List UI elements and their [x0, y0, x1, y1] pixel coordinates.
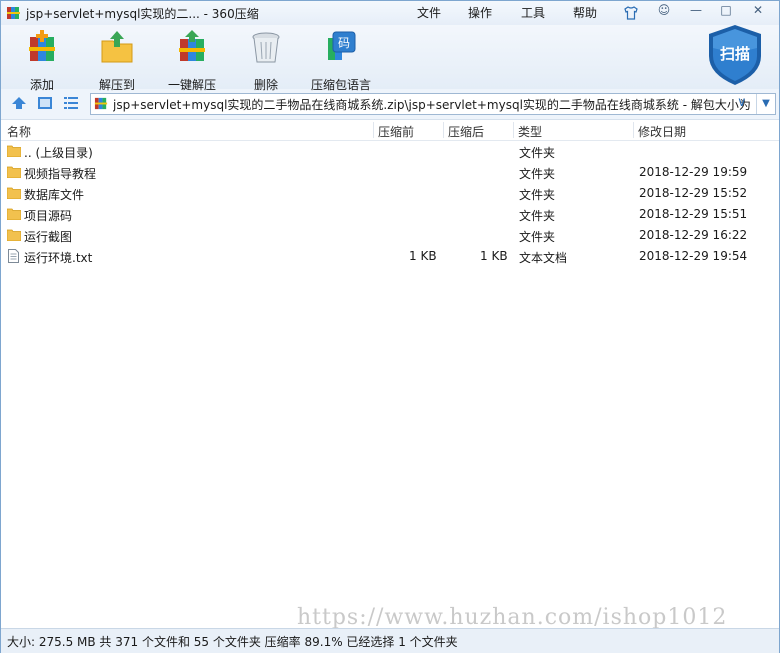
svg-text:码: 码 [338, 36, 350, 50]
one-click-extract-button[interactable]: 一键解压 [157, 29, 227, 93]
delete-button[interactable]: 删除 [231, 29, 301, 93]
folder-icon [7, 208, 21, 220]
dropdown-arrow-icon[interactable]: ▼ [756, 94, 775, 114]
address-bar[interactable]: jsp+servlet+mysql实现的二手物品在线商城系统.zip\jsp+s… [90, 93, 776, 115]
extract-to-button[interactable]: 解压到 [82, 29, 152, 93]
menu-file[interactable]: 文件 [417, 4, 441, 21]
add-archive-icon [29, 30, 55, 61]
archive-app-icon [7, 7, 20, 19]
status-text: 大小: 275.5 MB 共 371 个文件和 55 个文件夹 压缩率 89.1… [7, 635, 458, 649]
history-chevron-icon[interactable]: ∨ [737, 95, 747, 110]
feedback-icon[interactable]: ☺ [653, 3, 675, 21]
scan-button[interactable]: 扫描 [707, 24, 763, 86]
column-packed[interactable]: 压缩前 [378, 123, 414, 140]
minimize-icon[interactable]: — [685, 3, 707, 21]
list-view-icon[interactable] [63, 96, 79, 110]
close-icon[interactable]: ✕ [747, 3, 769, 21]
column-unpacked[interactable]: 压缩后 [448, 123, 484, 140]
archive-language-button[interactable]: 码 压缩包语言 [306, 29, 376, 93]
one-click-extract-icon [179, 30, 205, 61]
maximize-icon[interactable]: □ [715, 3, 737, 21]
file-list: 名称 压缩前 压缩后 类型 修改日期 .. (上级目录) 文件夹 视频指导教程 … [1, 119, 779, 629]
menu-operation[interactable]: 操作 [468, 4, 492, 21]
address-path: jsp+servlet+mysql实现的二手物品在线商城系统.zip\jsp+s… [113, 98, 751, 112]
menu-tools[interactable]: 工具 [521, 4, 545, 21]
file-row[interactable]: 项目源码 文件夹 2018-12-29 15:51 [1, 204, 779, 225]
trash-bin-icon [252, 32, 280, 63]
menu-help[interactable]: 帮助 [573, 4, 597, 21]
column-type[interactable]: 类型 [518, 123, 542, 140]
title-bar: jsp+servlet+mysql实现的二... - 360压缩 文件 操作 工… [1, 1, 779, 25]
scan-label: 扫描 [719, 45, 750, 63]
up-arrow-icon[interactable] [11, 96, 27, 110]
window-title: jsp+servlet+mysql实现的二... - 360压缩 [26, 7, 259, 21]
thumbnail-view-icon[interactable] [37, 96, 53, 110]
toolbar: 添加 解压到 一键解压 删除 码 压缩包语言 [1, 25, 779, 92]
folder-icon [7, 145, 21, 157]
file-row[interactable]: 运行环境.txt 1 KB 1 KB 文本文档 2018-12-29 19:54 [1, 246, 779, 267]
archive-file-icon [94, 97, 108, 110]
skin-shirt-icon[interactable] [623, 5, 639, 21]
folder-icon [7, 229, 21, 241]
file-row[interactable]: 视频指导教程 文件夹 2018-12-29 19:59 [1, 162, 779, 183]
add-button[interactable]: 添加 [7, 29, 77, 93]
file-row[interactable]: 数据库文件 文件夹 2018-12-29 15:52 [1, 183, 779, 204]
app-window: jsp+servlet+mysql实现的二... - 360压缩 文件 操作 工… [0, 0, 780, 653]
list-header: 名称 压缩前 压缩后 类型 修改日期 [1, 120, 779, 141]
column-name[interactable]: 名称 [7, 123, 31, 140]
address-row: jsp+servlet+mysql实现的二手物品在线商城系统.zip\jsp+s… [1, 91, 779, 117]
folder-icon [7, 187, 21, 199]
text-file-icon [8, 249, 19, 263]
file-row[interactable]: 运行截图 文件夹 2018-12-29 16:22 [1, 225, 779, 246]
column-modified[interactable]: 修改日期 [638, 123, 686, 140]
archive-language-icon: 码 [328, 31, 356, 60]
status-bar: 大小: 275.5 MB 共 371 个文件和 55 个文件夹 压缩率 89.1… [1, 628, 779, 653]
folder-icon [7, 166, 21, 178]
file-row-parent[interactable]: .. (上级目录) 文件夹 [1, 141, 779, 162]
watermark: https://www.huzhan.com/ishop1012 [297, 605, 728, 630]
extract-to-icon [101, 31, 133, 63]
